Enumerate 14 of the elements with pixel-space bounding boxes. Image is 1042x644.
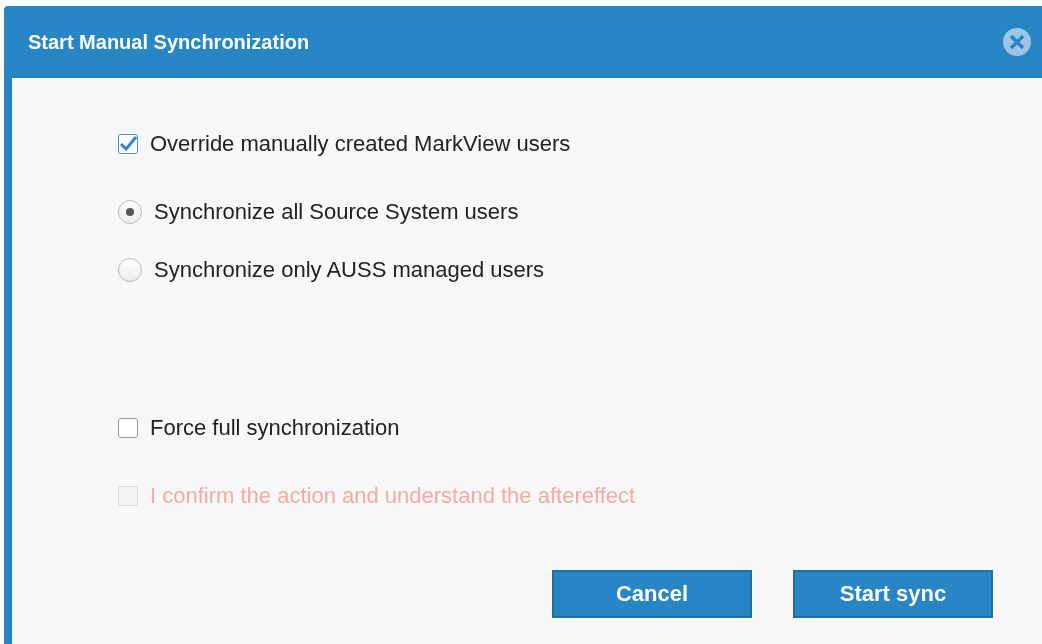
close-icon[interactable] xyxy=(1002,27,1032,57)
radio-button[interactable] xyxy=(118,200,142,224)
start-button[interactable]: Start sync xyxy=(793,570,993,618)
check-icon xyxy=(119,136,137,152)
cancel-button[interactable]: Cancel xyxy=(552,570,752,618)
option-label: Synchronize only AUSS managed users xyxy=(154,257,545,283)
radio-button[interactable] xyxy=(118,258,142,282)
option-label: I confirm the action and understand the aftereffect xyxy=(150,483,636,509)
option-label: Override manually created MarkView users xyxy=(150,131,571,157)
checkbox[interactable] xyxy=(118,418,138,438)
checkbox[interactable] xyxy=(118,134,138,154)
option-label: Synchronize all Source System users xyxy=(154,199,519,225)
dialog-title: Start Manual Synchronization xyxy=(28,30,310,54)
option-label: Force full synchronization xyxy=(150,415,400,441)
